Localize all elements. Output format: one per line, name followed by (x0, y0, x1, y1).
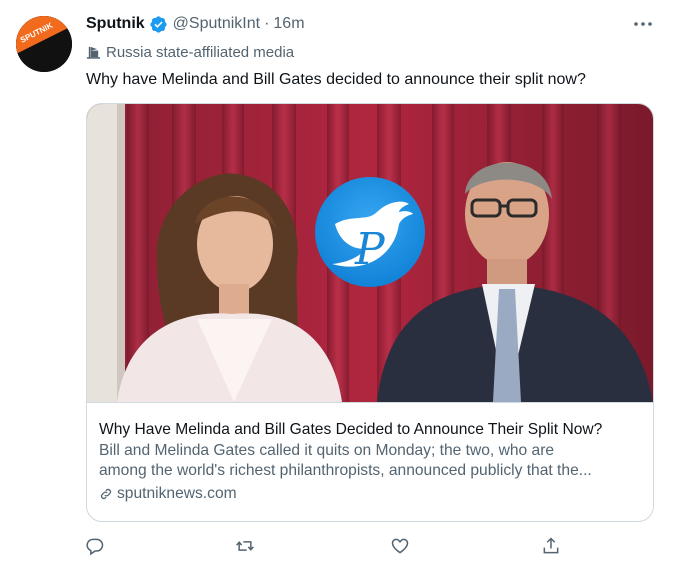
state-media-label-text: Russia state-affiliated media (106, 43, 295, 61)
author-handle[interactable]: @SputnikInt (173, 15, 260, 33)
tweet-header: Sputnik @SputnikInt · 16m (86, 13, 305, 35)
card-description-line-2: among the world's richest philanthropist… (99, 462, 592, 479)
tweet[interactable]: SPUTNIK Sputnik @SputnikInt · 16m Russia… (0, 0, 692, 574)
author-name[interactable]: Sputnik (86, 15, 145, 33)
state-media-flag-icon (86, 46, 101, 59)
card-description: Bill and Melinda Gates called it quits o… (99, 441, 644, 481)
separator-dot: · (264, 15, 270, 32)
card-domain-text: sputniknews.com (117, 485, 237, 502)
card-domain: sputniknews.com (99, 485, 641, 503)
card-image: P (87, 104, 653, 402)
watermark-letter: P (354, 224, 386, 275)
watermark-logo: P (315, 177, 425, 287)
retweet-icon[interactable] (235, 536, 257, 558)
card-body: Why Have Melinda and Bill Gates Decided … (87, 402, 653, 521)
link-card[interactable]: P Why Have Melinda and Bill Gates Decide… (86, 103, 654, 522)
verified-badge-icon (150, 15, 167, 33)
reply-icon[interactable] (85, 536, 107, 558)
card-description-line-1: Bill and Melinda Gates called it quits o… (99, 442, 555, 459)
card-title: Why Have Melinda and Bill Gates Decided … (99, 421, 603, 438)
more-icon[interactable] (632, 14, 654, 34)
like-icon[interactable] (390, 536, 412, 558)
action-bar (0, 536, 692, 560)
state-media-label[interactable]: Russia state-affiliated media (86, 42, 294, 62)
share-icon[interactable] (541, 536, 563, 558)
tweet-text: Why have Melinda and Bill Gates decided … (86, 71, 586, 88)
avatar[interactable]: SPUTNIK (16, 16, 72, 72)
sputnik-logo: SPUTNIK (16, 16, 72, 72)
timestamp[interactable]: 16m (273, 15, 304, 33)
link-icon (100, 488, 112, 500)
